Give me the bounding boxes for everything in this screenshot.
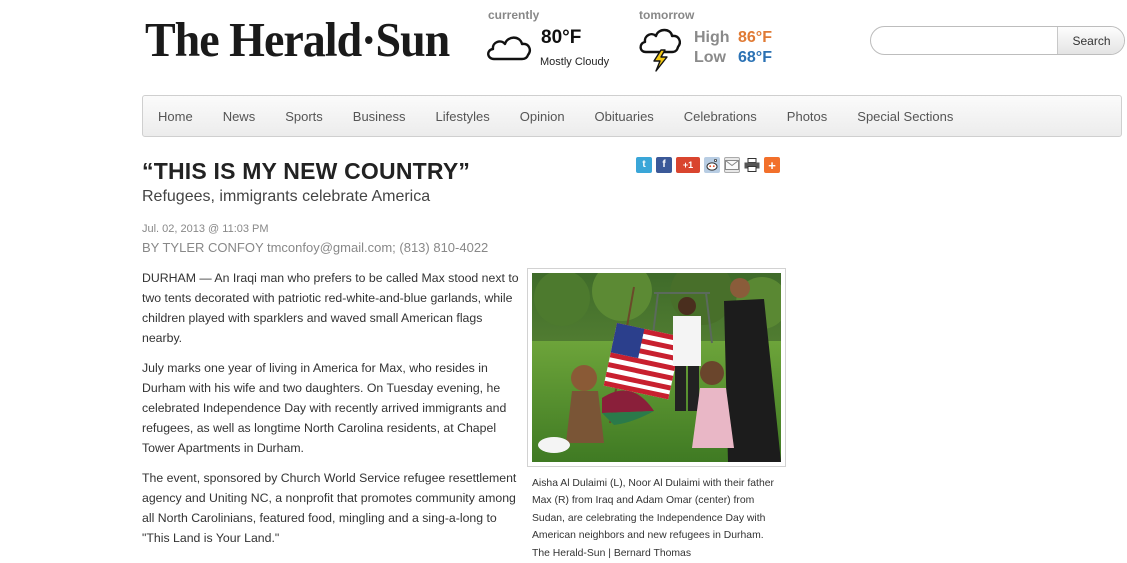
low-label: Low: [694, 49, 726, 66]
article-paragraph: The event, sponsored by Church World Ser…: [142, 471, 517, 545]
article-photo[interactable]: [527, 268, 786, 467]
nav-item-news[interactable]: News: [223, 109, 256, 124]
article-headline: “THIS IS MY NEW COUNTRY”: [142, 158, 471, 184]
article-subhead: Refugees, immigrants celebrate America: [142, 188, 431, 205]
cloud-icon: [487, 36, 531, 61]
article-byline: BY TYLER CONFOY tmconfoy@gmail.com; (813…: [142, 240, 489, 255]
low-value: 68°F: [738, 49, 772, 66]
article-body: DURHAM — An Iraqi man who prefers to be …: [142, 268, 520, 558]
email-icon[interactable]: [724, 157, 740, 173]
current-condition: Mostly Cloudy: [540, 56, 610, 68]
main-nav: Home News Sports Business Lifestyles Opi…: [142, 95, 1122, 137]
current-temperature: 80°F: [541, 27, 582, 48]
article-paragraph: July marks one year of living in America…: [142, 361, 507, 455]
nav-item-photos[interactable]: Photos: [787, 109, 827, 124]
twitter-icon[interactable]: t: [636, 157, 652, 173]
article-photo-image: [532, 273, 781, 462]
article-paragraph: DURHAM — An Iraqi man who prefers to be …: [142, 271, 519, 345]
print-icon[interactable]: [744, 157, 760, 173]
nav-item-lifestyles[interactable]: Lifestyles: [436, 109, 490, 124]
search-button[interactable]: Search: [1057, 27, 1124, 54]
nav-item-sports[interactable]: Sports: [285, 109, 323, 124]
photo-caption: Aisha Al Dulaimi (L), Noor Al Dulaimi wi…: [532, 478, 774, 559]
search-box: Search: [870, 26, 1125, 55]
nav-item-business[interactable]: Business: [353, 109, 406, 124]
nav-item-celebrations[interactable]: Celebrations: [684, 109, 757, 124]
tomorrow-high: High 86°F: [694, 29, 772, 47]
high-value: 86°F: [738, 29, 772, 46]
google-plus-icon[interactable]: +1: [676, 157, 700, 173]
facebook-icon[interactable]: f: [656, 157, 672, 173]
add-this-icon[interactable]: +: [764, 157, 780, 173]
reddit-icon[interactable]: [704, 157, 720, 173]
tomorrow-low: Low 68°F: [694, 49, 772, 67]
high-label: High: [694, 29, 730, 46]
site-logo[interactable]: The Herald·Sun: [145, 6, 450, 73]
weather-current-label: currently: [488, 8, 540, 22]
search-input[interactable]: [871, 27, 1057, 54]
nav-item-obituaries[interactable]: Obituaries: [595, 109, 654, 124]
article-date: Jul. 02, 2013 @ 11:03 PM: [142, 223, 269, 235]
nav-item-home[interactable]: Home: [158, 109, 193, 124]
weather-tomorrow-label: tomorrow: [639, 8, 695, 22]
nav-item-opinion[interactable]: Opinion: [520, 109, 565, 124]
nav-item-special-sections[interactable]: Special Sections: [857, 109, 953, 124]
share-bar: t f +1 +: [636, 157, 780, 173]
thunderstorm-icon: [639, 28, 681, 72]
